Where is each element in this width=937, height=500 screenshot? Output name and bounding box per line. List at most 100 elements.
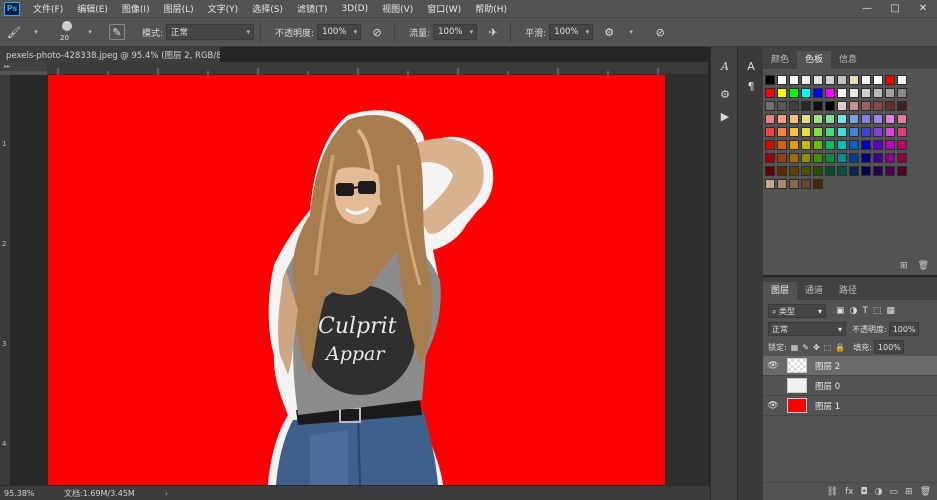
color-swatch[interactable] [885,101,895,111]
color-swatch[interactable] [777,114,787,124]
color-swatch[interactable] [837,101,847,111]
character-panel-icon[interactable]: A [715,57,735,75]
color-swatch[interactable] [837,114,847,124]
tab-info[interactable]: 信息 [831,51,865,69]
color-swatch[interactable] [801,101,811,111]
color-swatch[interactable] [885,88,895,98]
color-swatch[interactable] [885,153,895,163]
color-swatch[interactable] [789,88,799,98]
color-swatch[interactable] [825,127,835,137]
color-swatch[interactable] [849,114,859,124]
color-swatch[interactable] [885,114,895,124]
color-swatch[interactable] [801,166,811,176]
add-mask-icon[interactable]: ◘ [861,487,868,497]
paragraph-icon[interactable]: ¶ [741,77,761,95]
color-swatch[interactable] [813,140,823,150]
eye-hidden-icon[interactable]: · [763,381,783,391]
color-swatch[interactable] [765,153,775,163]
color-swatch[interactable] [873,166,883,176]
trash-icon[interactable]: 🗑 [918,261,929,271]
color-swatch[interactable] [897,127,907,137]
tab-color[interactable]: 颜色 [763,51,797,69]
color-swatch[interactable] [825,140,835,150]
pressure-opacity-icon[interactable]: ⊘ [369,24,385,40]
color-swatch[interactable] [825,166,835,176]
color-swatch[interactable] [813,127,823,137]
tab-paths[interactable]: 路径 [831,282,865,300]
color-swatch[interactable] [801,88,811,98]
color-swatch[interactable] [789,179,799,189]
color-swatch[interactable] [765,114,775,124]
color-swatch[interactable] [789,140,799,150]
color-swatch[interactable] [849,101,859,111]
brush-settings-panel-icon[interactable]: ✎ [109,24,125,40]
smoothing-options-dropdown-icon[interactable]: ▾ [623,24,639,40]
color-swatch[interactable] [873,88,883,98]
color-swatch[interactable] [861,127,871,137]
color-swatch[interactable] [789,101,799,111]
fx-icon[interactable]: fx [845,487,854,497]
color-swatch[interactable] [885,166,895,176]
mode-select[interactable]: 正常 ▾ [166,24,255,40]
layer-filter-select[interactable]: ⌕ 类型 ▾ [768,304,826,318]
color-swatch[interactable] [861,101,871,111]
character-icon[interactable]: A [741,57,761,75]
status-menu-arrow[interactable]: › [165,489,168,498]
color-swatch[interactable] [777,166,787,176]
color-swatch[interactable] [897,153,907,163]
color-swatch[interactable] [897,88,907,98]
color-swatch[interactable] [801,153,811,163]
color-swatch[interactable] [801,114,811,124]
canvas-area[interactable]: Culprit Appar [10,75,710,485]
color-swatch[interactable] [885,140,895,150]
color-swatch[interactable] [885,75,895,85]
menu-3d[interactable]: 3D(D) [334,4,375,14]
airbrush-icon[interactable]: ✈ [485,24,501,40]
color-swatch[interactable] [765,127,775,137]
tab-layers[interactable]: 图层 [763,282,798,300]
color-swatch[interactable] [897,140,907,150]
color-swatch[interactable] [765,166,775,176]
color-swatch[interactable] [861,114,871,124]
menu-type[interactable]: 文字(Y) [201,2,246,15]
color-swatch[interactable] [837,75,847,85]
color-swatch[interactable] [813,88,823,98]
opacity-input[interactable]: 100% ▾ [317,24,362,40]
menu-select[interactable]: 选择(S) [245,2,290,15]
color-swatch[interactable] [777,140,787,150]
color-swatch[interactable] [813,179,823,189]
lock-icons[interactable]: ▦✎✥⬚🔒 [791,343,849,352]
color-swatch[interactable] [825,114,835,124]
color-swatch[interactable] [789,114,799,124]
smoothing-input[interactable]: 100% ▾ [549,24,594,40]
color-swatch[interactable] [873,153,883,163]
color-swatch[interactable] [777,127,787,137]
color-swatch[interactable] [849,88,859,98]
eye-icon[interactable]: 👁 [763,361,783,371]
color-swatch[interactable] [897,75,907,85]
color-swatch[interactable] [777,153,787,163]
preset-dropdown-icon[interactable]: ▾ [28,24,44,40]
minimize-button[interactable]: — [853,0,881,17]
color-swatch[interactable] [837,153,847,163]
color-swatch[interactable] [861,166,871,176]
color-swatch[interactable] [765,101,775,111]
color-swatch[interactable] [873,114,883,124]
color-swatch[interactable] [861,75,871,85]
color-swatch[interactable] [789,127,799,137]
menu-image[interactable]: 图像(I) [115,2,157,15]
color-swatch[interactable] [765,75,775,85]
flow-input[interactable]: 100% ▾ [433,24,478,40]
menu-edit[interactable]: 编辑(E) [70,2,115,15]
color-swatch[interactable] [825,88,835,98]
tab-channels[interactable]: 通道 [797,282,831,300]
new-layer-icon[interactable]: ⊞ [905,487,913,497]
color-swatch[interactable] [825,153,835,163]
color-swatch[interactable] [873,140,883,150]
gear-icon[interactable]: ⚙ [601,24,617,40]
color-swatch[interactable] [825,75,835,85]
brush-size-picker[interactable]: 20 [55,19,79,45]
layer-opacity-input[interactable]: 100% [888,322,919,336]
folder-icon[interactable]: ▭ [890,487,899,497]
document-canvas[interactable]: Culprit Appar [48,75,665,485]
